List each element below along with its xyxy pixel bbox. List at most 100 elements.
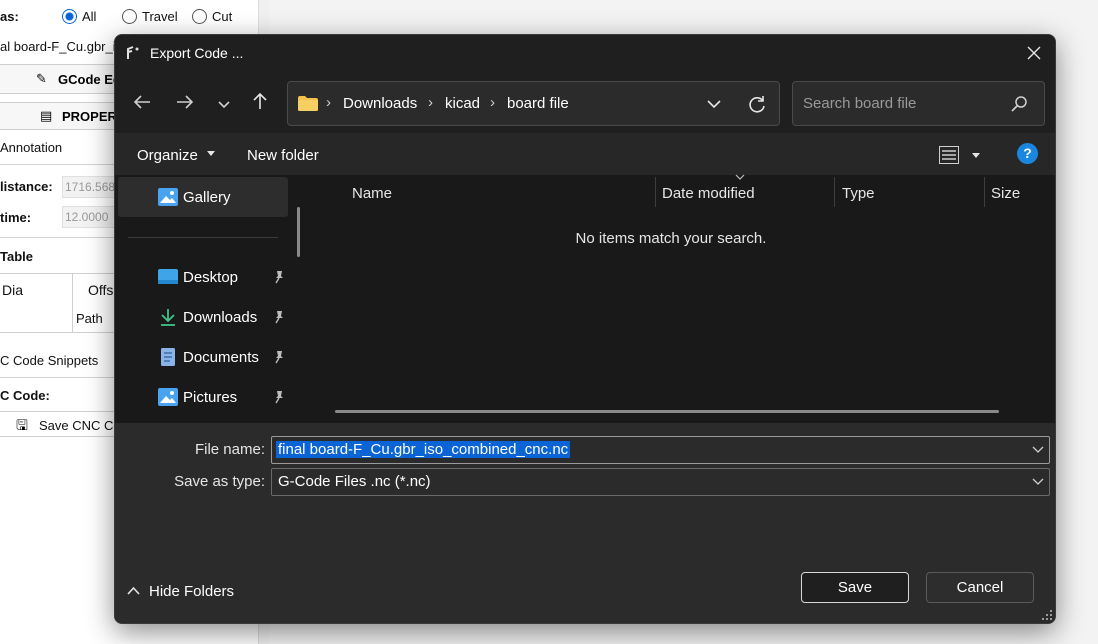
tool-table-label: Table (0, 249, 33, 264)
save-as-type-label: Save as type: (174, 473, 265, 490)
column-header-type[interactable]: Type (842, 185, 875, 202)
annotation-checkbox[interactable]: Annotation (0, 140, 62, 155)
help-icon[interactable]: ? (1017, 143, 1038, 164)
file-list[interactable]: Name Date modified Type Size No items ma… (313, 174, 1055, 423)
file-name-value[interactable]: final board-F_Cu.gbr_iso_combined_cnc.nc (276, 441, 571, 458)
table-column-divider (72, 274, 73, 332)
pin-icon (275, 271, 283, 284)
chevron-down-icon (207, 151, 216, 156)
file-name-label: File name: (194, 441, 265, 458)
breadcrumb-downloads[interactable]: Downloads (343, 95, 417, 112)
column-divider[interactable] (984, 177, 985, 207)
sidebar-item-downloads[interactable]: Downloads (118, 297, 288, 337)
pin-icon (275, 311, 283, 324)
pencil-icon: ✎ (36, 71, 47, 86)
arrow-left-icon (133, 95, 150, 109)
documents-icon (161, 348, 175, 366)
sidebar-item-gallery[interactable]: Gallery (118, 177, 288, 217)
desktop-icon (158, 269, 178, 284)
radio-all-label: All (82, 9, 97, 24)
empty-state-message: No items match your search. (575, 230, 767, 247)
chevron-up-icon (127, 586, 140, 595)
file-name-field[interactable]: final board-F_Cu.gbr_iso_combined_cnc.nc (271, 436, 1050, 464)
pictures-icon (158, 388, 178, 406)
up-button[interactable] (245, 91, 275, 117)
browser-content: Gallery Desktop Downloads Documents Pict… (115, 174, 1055, 423)
properties-icon: ▤ (40, 108, 53, 123)
search-input[interactable]: Search board file (803, 95, 916, 112)
organize-label: Organize (137, 147, 198, 164)
cnc-code-label: C Code: (0, 388, 50, 403)
resize-grip-icon[interactable] (1041, 609, 1053, 621)
breadcrumb-board-file[interactable]: board file (507, 95, 569, 112)
new-folder-button[interactable]: New folder (247, 147, 319, 164)
hide-folders-label: Hide Folders (149, 583, 235, 600)
time-field: 12.0000 (62, 206, 122, 228)
radio-cut-label: Cut (212, 9, 233, 24)
breadcrumb-separator-icon: › (326, 94, 331, 111)
sidebar-divider (128, 237, 278, 238)
radio-travel-label: Travel (142, 9, 178, 24)
chevron-down-icon[interactable] (1032, 478, 1044, 486)
navigation-bar: › Downloads › kicad › board file Search … (115, 73, 1055, 133)
sidebar-item-label: Downloads (183, 309, 258, 326)
column-divider[interactable] (834, 177, 835, 207)
view-dropdown-icon[interactable] (971, 152, 981, 160)
radio-all-indicator[interactable] (62, 9, 77, 24)
column-divider[interactable] (655, 177, 656, 207)
column-header-date-modified[interactable]: Date modified (662, 185, 755, 202)
breadcrumb-kicad[interactable]: kicad (445, 95, 480, 112)
title-bar: Export Code ... (115, 35, 1055, 73)
gcode-editor-label: GCode Ed (58, 72, 121, 87)
object-name-field[interactable]: al board-F_Cu.gbr_iso (0, 39, 129, 54)
save-disk-icon: 🖫 (16, 417, 28, 433)
dialog-title: Export Code ... (150, 45, 244, 61)
chevron-down-icon[interactable] (1032, 446, 1044, 454)
back-button[interactable] (127, 91, 157, 117)
sidebar-item-desktop[interactable]: Desktop (118, 257, 288, 297)
address-dropdown-icon[interactable] (704, 94, 724, 114)
export-code-dialog: Export Code ... › Downloads › kicad › bo… (114, 34, 1056, 624)
forward-button[interactable] (170, 91, 200, 117)
sidebar-item-label: Gallery (183, 189, 231, 206)
sidebar-item-documents[interactable]: Documents (118, 337, 288, 377)
horizontal-scrollbar[interactable] (335, 410, 999, 413)
recent-locations-button[interactable] (209, 91, 239, 117)
gallery-icon (158, 188, 178, 206)
address-bar[interactable]: › Downloads › kicad › board file (287, 81, 780, 126)
navigation-scrollbar[interactable] (297, 207, 300, 257)
column-header-size[interactable]: Size (991, 185, 1020, 202)
pin-icon (275, 391, 283, 404)
time-label: time: (0, 210, 32, 225)
radio-travel-indicator[interactable] (122, 9, 137, 24)
save-as-type-select[interactable]: G-Code Files .nc (*.nc) (271, 468, 1050, 496)
pin-icon (275, 351, 283, 364)
distance-field: 1716.568 (62, 176, 122, 198)
search-icon[interactable] (1010, 95, 1028, 113)
sort-indicator-icon (735, 174, 745, 180)
view-options-icon[interactable] (939, 146, 959, 164)
close-icon (1027, 46, 1041, 60)
breadcrumb-separator-icon: › (428, 94, 433, 111)
cancel-button[interactable]: Cancel (926, 572, 1034, 603)
column-path: Path (76, 311, 103, 326)
radio-cut-indicator[interactable] (192, 9, 207, 24)
search-box[interactable]: Search board file (792, 81, 1045, 126)
radio-travel[interactable]: Travel (122, 9, 178, 24)
chevron-down-icon (218, 101, 230, 109)
column-header-name[interactable]: Name (352, 185, 392, 202)
arrow-up-icon (253, 92, 267, 109)
sidebar-item-pictures[interactable]: Pictures (118, 377, 288, 417)
app-icon (127, 46, 139, 59)
command-bar: Organize New folder ? (115, 133, 1055, 175)
radio-all[interactable]: All (62, 9, 96, 24)
close-button[interactable] (1021, 43, 1047, 65)
distance-label: listance: (0, 179, 53, 194)
organize-menu[interactable]: Organize (137, 147, 216, 164)
refresh-icon[interactable] (746, 93, 768, 115)
navigation-pane[interactable]: Gallery Desktop Downloads Documents Pict… (115, 175, 305, 423)
folder-icon (298, 96, 318, 111)
save-button[interactable]: Save (801, 572, 909, 603)
cnc-code-snippets-label: C Code Snippets (0, 353, 99, 368)
radio-cut[interactable]: Cut (192, 9, 232, 24)
